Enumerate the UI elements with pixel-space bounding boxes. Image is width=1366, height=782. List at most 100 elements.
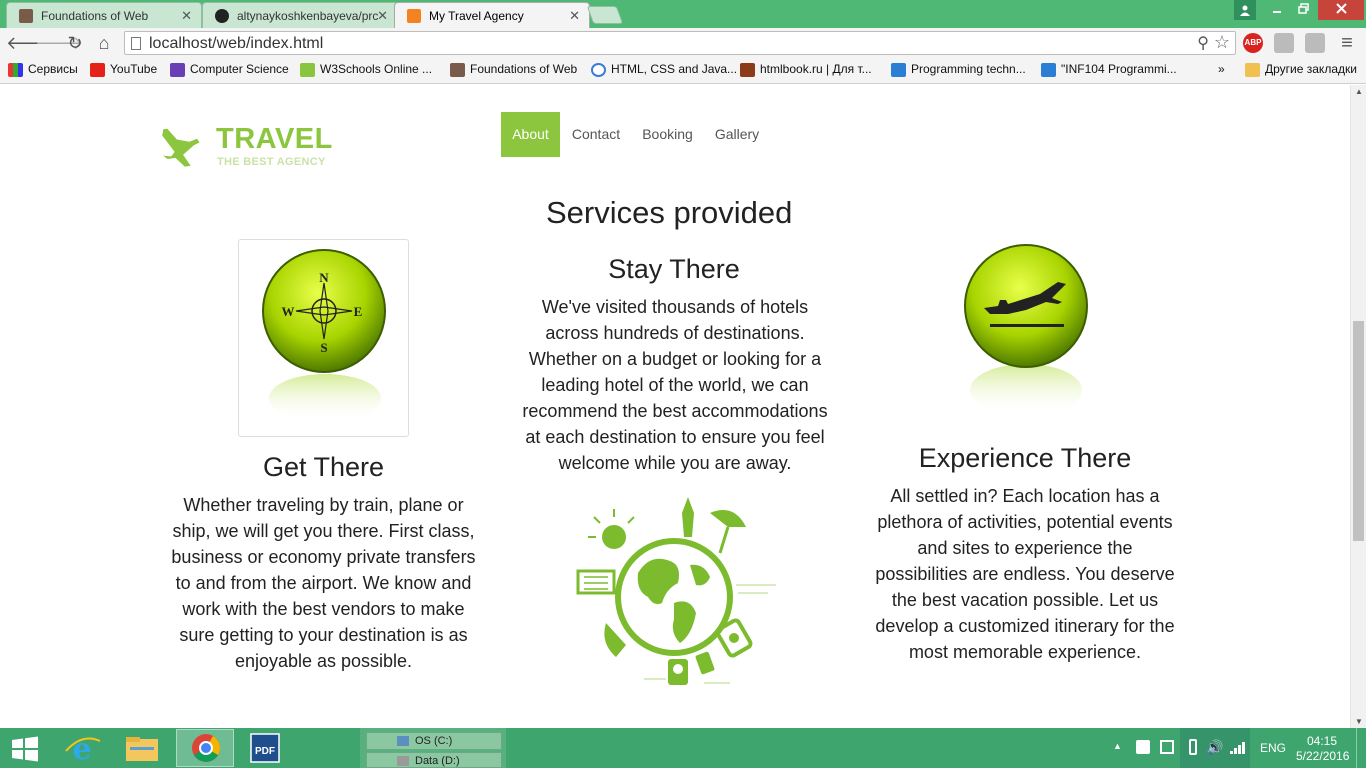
course-icon xyxy=(1041,63,1056,77)
internet-explorer-icon[interactable]: e xyxy=(58,729,106,767)
text-line: across hundreds of destinations. xyxy=(545,323,805,343)
text-line: and sites to experience the xyxy=(917,538,1133,558)
file-explorer-icon[interactable] xyxy=(116,729,168,767)
scroll-down-arrow-icon[interactable]: ▼ xyxy=(1355,717,1363,726)
volume-icon[interactable]: 🔊 xyxy=(1206,739,1223,779)
compass-west-label: W xyxy=(282,304,295,319)
clock-time: 04:15 xyxy=(1306,734,1338,748)
tab-my-travel-agency[interactable]: My Travel Agency ✕ xyxy=(394,2,590,28)
htmlbook-icon xyxy=(740,63,755,77)
forward-arrow-icon[interactable]: 🡒 xyxy=(35,32,83,54)
bookmark-inf104[interactable]: "INF104 Programmi... xyxy=(1041,62,1177,77)
drive-icon xyxy=(397,736,409,746)
drive-c[interactable]: OS (C:) xyxy=(366,732,502,750)
pdf-reader-icon[interactable]: PDF xyxy=(240,729,290,767)
nav-booking[interactable]: Booking xyxy=(634,112,701,157)
browser-toolbar: 🡐 🡒 ↻ ⌂ localhost/web/index.html ⚲ ☆ ABP… xyxy=(0,28,1366,58)
zoom-magnifier-icon[interactable]: ⚲ xyxy=(1197,33,1209,53)
bookmark-label: HTML, CSS and Java... xyxy=(611,62,738,76)
home-icon[interactable]: ⌂ xyxy=(93,32,115,54)
bookmark-computer-science[interactable]: Computer Science xyxy=(170,62,289,77)
show-hidden-icons-icon[interactable]: ▲ xyxy=(1113,741,1122,781)
compass-north-label: N xyxy=(319,270,329,285)
wifi-signal-icon[interactable] xyxy=(1230,742,1246,782)
new-tab-button[interactable] xyxy=(586,6,624,24)
bookmark-foundations-of-web[interactable]: Foundations of Web xyxy=(450,62,577,77)
restore-icon[interactable] xyxy=(1290,0,1316,20)
text-line: sure getting to your destination is as xyxy=(179,625,468,645)
compass-south-label: S xyxy=(320,340,327,355)
drive-label: OS (C:) xyxy=(415,735,453,747)
back-arrow-icon[interactable]: 🡐 xyxy=(6,32,54,54)
bookmark-youtube[interactable]: YouTube xyxy=(90,62,157,77)
bookmark-services[interactable]: Сервисы xyxy=(8,62,78,77)
close-window-icon[interactable] xyxy=(1318,0,1364,20)
chrome-menu-icon[interactable]: ≡ xyxy=(1336,32,1358,54)
pdf-label: PDF xyxy=(255,746,275,757)
reload-icon[interactable]: ↻ xyxy=(64,32,86,54)
text-line: Whether on a budget or looking for a xyxy=(528,349,822,369)
action-center-icon[interactable] xyxy=(1136,740,1150,754)
adblock-plus-icon[interactable]: ABP xyxy=(1243,33,1263,53)
text-line: possibilities are endless. You deserve xyxy=(875,564,1175,584)
nav-contact[interactable]: Contact xyxy=(563,112,629,157)
battery-icon[interactable] xyxy=(1189,739,1197,755)
page-viewport: TRAVEL THE BEST AGENCY About Contact Boo… xyxy=(0,85,1350,728)
bookmark-programming-techn[interactable]: Programming techn... xyxy=(891,62,1026,77)
chrome-taskbar-icon[interactable] xyxy=(176,729,234,767)
input-language[interactable]: ENG xyxy=(1260,741,1286,781)
more-bookmarks-chevron-icon[interactable]: » xyxy=(1218,62,1225,76)
address-url[interactable]: localhost/web/index.html xyxy=(149,35,323,53)
drive-d[interactable]: Data (D:) xyxy=(366,752,502,768)
bookmark-label: Programming techn... xyxy=(911,62,1026,76)
tab-github[interactable]: altynaykoshkenbayeva/prс ✕ xyxy=(202,2,398,28)
course-icon xyxy=(170,63,185,77)
site-favicon-icon xyxy=(450,63,465,77)
bookmark-label: Другие закладки xyxy=(1265,62,1357,76)
nav-about[interactable]: About xyxy=(501,112,560,157)
adblock-label: ABP xyxy=(1244,38,1262,47)
close-tab-icon[interactable]: ✕ xyxy=(377,8,388,24)
text-line: enjoyable as possible. xyxy=(234,651,413,671)
address-bar[interactable]: localhost/web/index.html ⚲ ☆ xyxy=(124,31,1236,55)
bookmark-other[interactable]: Другие закладки xyxy=(1245,62,1357,77)
tab-foundations-of-web[interactable]: Foundations of Web ✕ xyxy=(6,2,202,28)
compass-east-label: E xyxy=(354,304,363,319)
folder-icon xyxy=(1245,63,1260,77)
close-tab-icon[interactable]: ✕ xyxy=(181,8,192,24)
text-line: business or economy private transfers xyxy=(171,547,476,567)
text-line: plethora of activities, potential events xyxy=(877,512,1173,532)
clock-date: 5/22/2016 xyxy=(1296,749,1350,763)
windows-taskbar: e PDF OS (C:) Data (D:) ▲ 🔊 ENG 04:15 5/… xyxy=(0,728,1366,768)
svg-text:e: e xyxy=(72,732,91,767)
github-icon xyxy=(215,9,229,23)
airplane-logo-icon xyxy=(162,128,200,167)
drives-toolbar: OS (C:) Data (D:) xyxy=(360,728,506,768)
bookmark-html-css-js[interactable]: HTML, CSS and Java... xyxy=(591,62,738,77)
minimize-icon[interactable] xyxy=(1264,0,1290,20)
text-line: ship, we will get you there. First class… xyxy=(172,521,475,541)
service-text-experience-there: All settled in? Each location has a plet… xyxy=(840,483,1210,665)
close-tab-icon[interactable]: ✕ xyxy=(569,8,580,24)
youtube-icon xyxy=(90,63,105,77)
service-title-get-there: Get There xyxy=(262,452,385,482)
text-line: to and from the airport. We know and xyxy=(175,573,472,593)
bookmark-htmlbook[interactable]: htmlbook.ru | Для т... xyxy=(740,62,872,77)
user-profile-icon[interactable] xyxy=(1234,0,1256,20)
system-clock[interactable]: 04:15 5/22/2016 xyxy=(1296,734,1350,774)
extension-icon[interactable] xyxy=(1305,33,1325,53)
page-title: Services provided xyxy=(546,195,793,230)
scrollbar-thumb[interactable] xyxy=(1353,321,1364,541)
scroll-up-arrow-icon[interactable]: ▲ xyxy=(1355,87,1363,96)
service-text-get-there: Whether traveling by train, plane or shi… xyxy=(140,492,507,674)
nav-gallery[interactable]: Gallery xyxy=(706,112,768,157)
bookmark-star-icon[interactable]: ☆ xyxy=(1214,32,1230,53)
bookmark-label: "INF104 Programmi... xyxy=(1061,62,1177,76)
bookmark-w3schools[interactable]: W3Schools Online ... xyxy=(300,62,432,77)
page-scrollbar[interactable]: ▲ ▼ xyxy=(1350,85,1366,728)
extension-icon[interactable] xyxy=(1274,33,1294,53)
windows-start-icon[interactable] xyxy=(0,729,50,767)
show-desktop-button[interactable] xyxy=(1356,728,1366,768)
network-monitor-icon[interactable] xyxy=(1160,740,1174,754)
bookmark-label: Computer Science xyxy=(190,62,289,76)
